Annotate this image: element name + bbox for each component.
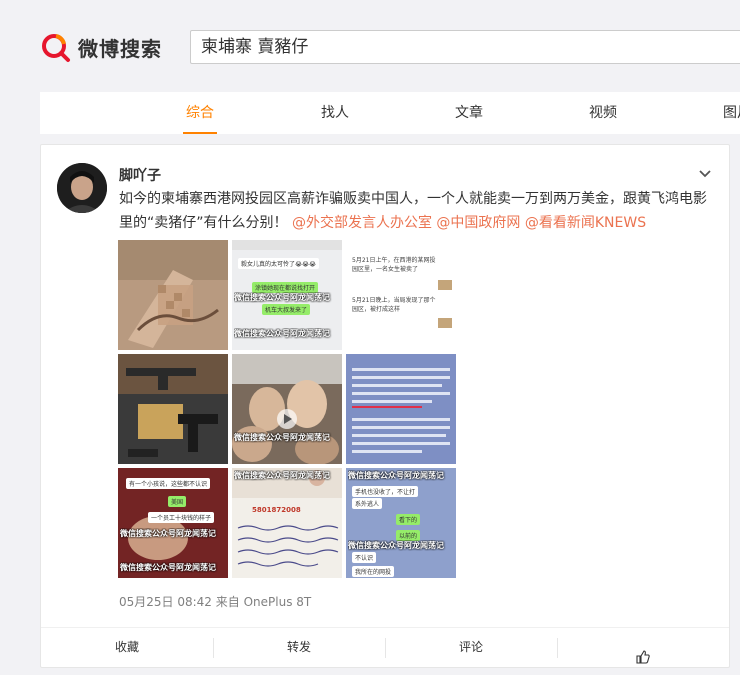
post-source: OnePlus 8T (243, 595, 312, 609)
watermark-text: 微信搜索公众号阿龙闻荡记 (348, 471, 444, 480)
post-image[interactable] (118, 240, 228, 350)
watermark-text: 微信搜索公众号阿龙闻荡记 (234, 433, 330, 442)
mention-link[interactable]: @中国政府网 (436, 215, 520, 231)
watermark-text: 微信搜索公众号阿龙闻荡记 (234, 293, 330, 302)
post-time[interactable]: 05月25日 08:42 (119, 595, 212, 609)
post-text: 如今的柬埔寨西港网投园区高薪诈骗贩卖中国人，一个人就能卖一万到两万美金，跟黄飞鸿… (119, 187, 709, 235)
tab-articles[interactable]: 文章 (434, 92, 504, 134)
forward-button[interactable]: 转发 (213, 628, 385, 667)
search-input[interactable]: 柬埔寨 賣豬仔 (190, 30, 740, 64)
weibo-logo-icon (40, 31, 72, 63)
post-actions: 收藏 转发 评论 (41, 627, 729, 667)
watermark-text: 微信搜索公众号阿龙闻荡记 (234, 471, 330, 480)
chat-bubble: 有一个小孩说，这些都不认识 (126, 478, 211, 489)
tab-images[interactable]: 图片 (702, 92, 740, 134)
chat-bubble: 看下的 (396, 514, 421, 525)
weibo-search-logo[interactable]: 微博搜索 (40, 30, 162, 64)
chat-bubble: 机车大叔发来了 (262, 304, 311, 315)
article-paragraph: 5月21日晚上，当局发现了那个园区，被打成这样 (352, 297, 436, 313)
chat-bubble: 系外逃人 (352, 498, 383, 509)
chat-bubble: 一个员工十块钱的样子 (148, 512, 215, 523)
tab-people[interactable]: 找人 (300, 92, 370, 134)
mention-link[interactable]: @外交部发言人办公室 (292, 215, 432, 231)
post-meta: 05月25日 08:42 来自 OnePlus 8T (119, 593, 311, 610)
tab-videos[interactable]: 视频 (568, 92, 638, 134)
comment-button[interactable]: 评论 (385, 628, 557, 667)
post-image[interactable]: 5月21日上午，在西港的某网投园区里，一名女生被卖了 5月21日晚上，当局发现了… (346, 240, 456, 350)
collect-button[interactable]: 收藏 (41, 628, 213, 667)
logo-text: 微博搜索 (78, 36, 162, 61)
chat-bubble: 毅女儿真的太可怜了😭😭😭 (238, 258, 320, 269)
watermark-text: 微信搜索公众号阿龙闻荡记 (348, 541, 444, 550)
article-paragraph: 5月21日上午，在西港的某网投园区里，一名女生被卖了 (352, 257, 436, 273)
post-image[interactable] (346, 354, 456, 464)
weibo-post-card: 脚吖子 如今的柬埔寨西港网投园区高薪诈骗贩卖中国人，一个人就能卖一万到两万美金，… (40, 144, 730, 668)
watermark-text: 微信搜索公众号阿龙闻荡记 (120, 563, 216, 572)
user-avatar[interactable] (57, 163, 107, 213)
watermark-text: 微信搜索公众号阿龙闻荡记 (120, 529, 216, 538)
chat-bubble: 不认识 (352, 552, 377, 563)
post-image[interactable]: 微信搜索公众号阿龙闻荡记 手机也没收了，不让打 系外逃人 看下的 以前的 不认识… (346, 468, 456, 578)
phone-number-text: 5801872008 (252, 506, 301, 514)
chat-bubble: 我所在的网投 (352, 566, 395, 577)
post-image[interactable]: 毅女儿真的太可怜了😭😭😭 涂镇她现在都说找打开 机车大叔发来了 微信搜索公众号阿… (232, 240, 342, 350)
source-prefix: 来自 (215, 595, 240, 609)
search-tabs: 综合 找人 文章 视频 图片 (40, 92, 740, 134)
chat-bubble: 手机也没收了，不让打 (352, 486, 419, 497)
mention-link[interactable]: @看看新闻KNEWS (525, 215, 646, 231)
thumbs-up-icon (636, 641, 650, 664)
watermark-text: 微信搜索公众号阿龙闻荡记 (234, 329, 330, 338)
post-image[interactable]: 有一个小孩说，这些都不认识 美国 一个员工十块钱的样子 微信搜索公众号阿龙闻荡记… (118, 468, 228, 578)
post-image-grid: 毅女儿真的太可怜了😭😭😭 涂镇她现在都说找打开 机车大叔发来了 微信搜索公众号阿… (118, 240, 458, 578)
post-image[interactable] (118, 354, 228, 464)
post-username[interactable]: 脚吖子 (119, 165, 161, 185)
chat-bubble: 美国 (168, 496, 187, 507)
post-image[interactable]: 微信搜索公众号阿龙闻荡记 (232, 354, 342, 464)
tab-comprehensive[interactable]: 综合 (165, 92, 235, 134)
like-button[interactable] (557, 628, 729, 667)
chevron-down-icon[interactable] (697, 165, 713, 181)
post-image[interactable]: 微信搜索公众号阿龙闻荡记 5801872008 (232, 468, 342, 578)
